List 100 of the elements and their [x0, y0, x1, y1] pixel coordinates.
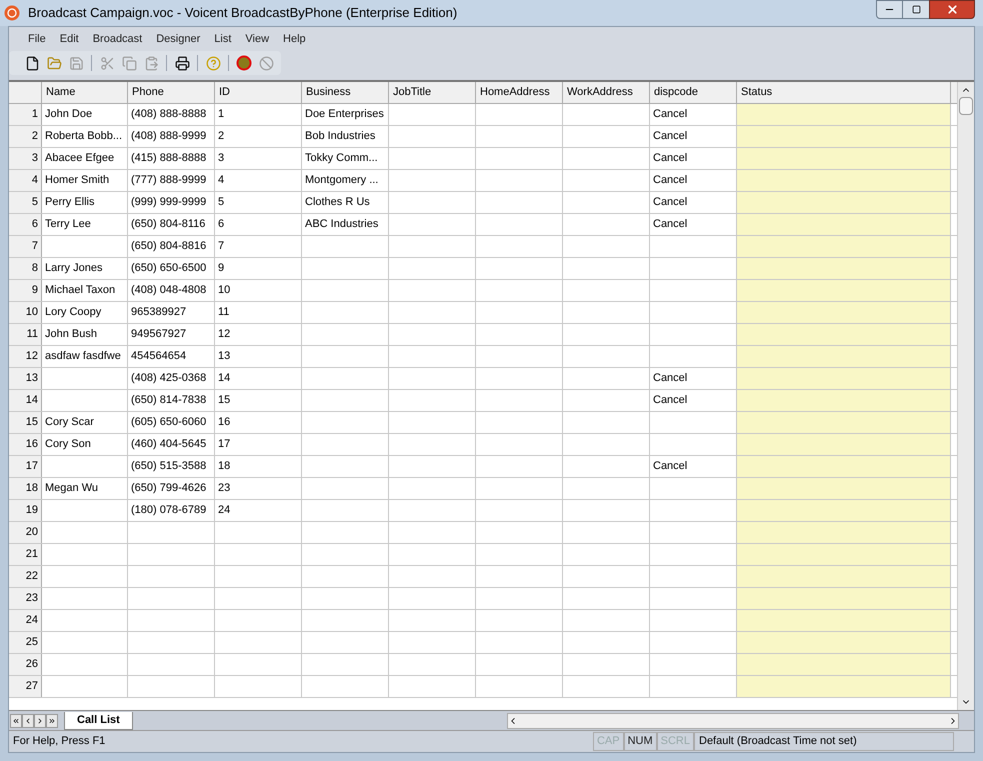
table-cell: asdfaw fasdfwe — [42, 346, 128, 367]
maximize-icon — [912, 5, 920, 14]
app-logo-icon — [4, 5, 20, 21]
table-cell: (605) 650-6060 — [128, 412, 215, 433]
sheet-nav-button[interactable] — [46, 714, 58, 728]
table-cell: ABC Industries — [302, 214, 389, 235]
menu-item[interactable]: Designer — [149, 30, 208, 48]
row-number: 7 — [9, 236, 42, 257]
vertical-scrollbar[interactable] — [957, 82, 974, 710]
table-cell: (650) 515-3588 — [128, 456, 215, 477]
table-cell: 2 — [215, 126, 302, 147]
row-number: 22 — [9, 566, 42, 587]
table-cell: 17 — [215, 434, 302, 455]
table-cell: John Doe — [42, 104, 128, 125]
row-number: 5 — [9, 192, 42, 213]
row-number: 1 — [9, 104, 42, 125]
table-cell: Tokky Comm... — [302, 148, 389, 169]
menu-item[interactable]: Help — [276, 30, 313, 48]
table-cell: Megan Wu — [42, 478, 128, 499]
table-cell: (408) 048-4808 — [128, 280, 215, 301]
column-header[interactable]: Name — [42, 82, 128, 103]
row-number: 2 — [9, 126, 42, 147]
table-cell: 4 — [215, 170, 302, 191]
table-cell: 14 — [215, 368, 302, 389]
table-cell: 13 — [215, 346, 302, 367]
table-cell: 12 — [215, 324, 302, 345]
ring-logo-icon — [236, 55, 252, 71]
scroll-thumb[interactable] — [959, 97, 973, 115]
row-number: 4 — [9, 170, 42, 191]
table-cell: (650) 799-4626 — [128, 478, 215, 499]
table-cell: Cory Son — [42, 434, 128, 455]
row-number: 15 — [9, 412, 42, 433]
table-cell: 6 — [215, 214, 302, 235]
table-cell: 3 — [215, 148, 302, 169]
table-cell: 16 — [215, 412, 302, 433]
table-cell: Bob Industries — [302, 126, 389, 147]
maximize-button[interactable] — [903, 0, 929, 19]
table-cell: Homer Smith — [42, 170, 128, 191]
table-cell: (408) 888-9999 — [128, 126, 215, 147]
arrow-icon — [48, 716, 56, 724]
row-number: 14 — [9, 390, 42, 411]
row-number: 12 — [9, 346, 42, 367]
table-cell: Terry Lee — [42, 214, 128, 235]
column-header[interactable]: JobTitle — [389, 82, 476, 103]
table-cell: (650) 814-7838 — [128, 390, 215, 411]
row-number: 13 — [9, 368, 42, 389]
row-number: 24 — [9, 610, 42, 631]
table-cell: 949567927 — [128, 324, 215, 345]
table-cell: 18 — [215, 456, 302, 477]
column-header[interactable]: Phone — [128, 82, 215, 103]
table-cell: (408) 888-8888 — [128, 104, 215, 125]
table-cell: 23 — [215, 478, 302, 499]
menu-item[interactable]: File — [21, 30, 53, 48]
column-header[interactable]: Status — [737, 82, 951, 103]
row-number: 9 — [9, 280, 42, 301]
table-cell: (415) 888-8888 — [128, 148, 215, 169]
column-header[interactable]: WorkAddress — [563, 82, 650, 103]
table-cell: Lory Coopy — [42, 302, 128, 323]
table-cell: Clothes R Us — [302, 192, 389, 213]
table-cell: (180) 078-6789 — [128, 500, 215, 521]
table-cell: Larry Jones — [42, 258, 128, 279]
row-number: 21 — [9, 544, 42, 565]
printer-icon — [174, 56, 190, 70]
table-cell: (408) 425-0368 — [128, 368, 215, 389]
column-header[interactable]: dispcode — [650, 82, 737, 103]
horizontal-scrollbar[interactable] — [507, 712, 959, 728]
row-number: 8 — [9, 258, 42, 279]
sheet-nav-button[interactable] — [10, 714, 22, 728]
table-cell: 7 — [215, 236, 302, 257]
column-header[interactable]: HomeAddress — [476, 82, 563, 103]
table-cell: 454564654 — [128, 346, 215, 367]
column-header[interactable]: ID — [215, 82, 302, 103]
clipboard-icon — [144, 56, 158, 70]
scissors-icon — [100, 56, 114, 70]
menu-item[interactable]: Broadcast — [86, 30, 150, 48]
sheet-tab[interactable]: Call List — [64, 712, 133, 730]
menu-item[interactable]: View — [238, 30, 276, 48]
table-cell: Michael Taxon — [42, 280, 128, 301]
menu-item[interactable]: List — [207, 30, 238, 48]
table-cell: 24 — [215, 500, 302, 521]
row-number: 11 — [9, 324, 42, 345]
table-cell: (460) 404-5645 — [128, 434, 215, 455]
column-header[interactable]: Business — [302, 82, 389, 103]
table-cell: 965389927 — [128, 302, 215, 323]
status-message: For Help, Press F1 — [12, 734, 106, 750]
row-number: 10 — [9, 302, 42, 323]
row-number: 25 — [9, 632, 42, 653]
table-cell: John Bush — [42, 324, 128, 345]
question-mark-icon — [206, 56, 220, 70]
table-cell: (777) 888-9999 — [128, 170, 215, 191]
document-icon — [24, 56, 40, 70]
table-cell: Montgomery ... — [302, 170, 389, 191]
close-button[interactable] — [929, 0, 975, 19]
table-cell: (999) 999-9999 — [128, 192, 215, 213]
arrow-icon — [12, 716, 20, 724]
table-cell: 1 — [215, 104, 302, 125]
menu-item[interactable]: Edit — [52, 30, 86, 48]
row-number: 19 — [9, 500, 42, 521]
table-cell: 5 — [215, 192, 302, 213]
table-cell: Roberta Bobb... — [42, 126, 128, 147]
